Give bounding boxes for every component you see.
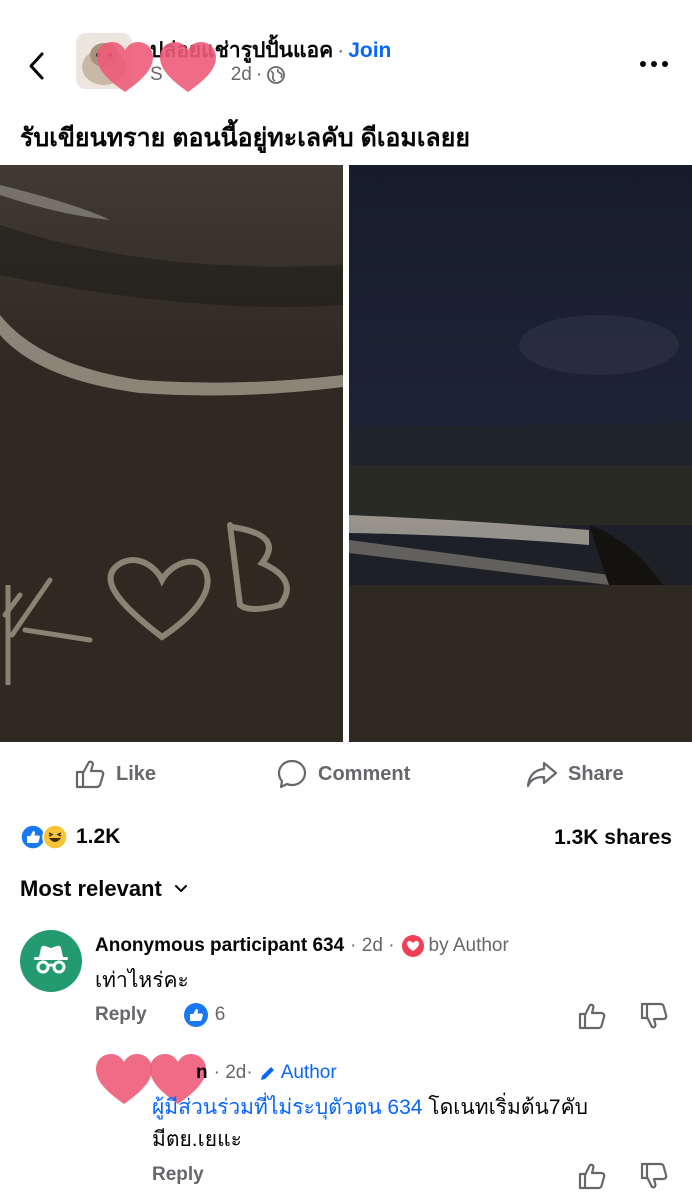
comment-author[interactable]: Anonymous participant 634: [95, 935, 344, 957]
comment-like-count-row[interactable]: 6: [183, 1002, 226, 1028]
post-header: ปล่อยแช่ารูปปั้นแอค · Join S 2d ·: [0, 0, 692, 110]
globe-icon: [267, 66, 286, 84]
haha-reaction-icon: [42, 824, 68, 850]
comment-sort-dropdown[interactable]: Most relevant: [20, 876, 190, 902]
comment-actions: Reply 6: [95, 1002, 225, 1028]
thumbs-down-icon[interactable]: [638, 1160, 670, 1192]
reply-text-block: ผู้มีส่วนร่วมที่ไม่ระบุตัวตน 634 โดเนทเร…: [152, 1092, 652, 1156]
badge-label: by Author: [428, 935, 509, 956]
comment-like-count: 6: [214, 1004, 226, 1025]
post-stats: 1.2K 1.3K shares: [0, 820, 692, 856]
reply-button[interactable]: Reply: [95, 1004, 147, 1026]
reply-author[interactable]: n: [196, 1062, 208, 1084]
reaction-count: 1.2K: [76, 825, 121, 848]
pencil-icon: [260, 1067, 274, 1080]
sort-label: Most relevant: [20, 876, 162, 901]
reply-button[interactable]: Reply: [152, 1164, 204, 1186]
share-icon: [526, 761, 558, 788]
join-button[interactable]: Join: [348, 39, 391, 62]
heart-badge-icon: [401, 935, 424, 957]
heart-sticker: [97, 42, 153, 92]
comment-time-row: · 2d ·: [350, 935, 395, 956]
comment-label: Comment: [318, 762, 411, 785]
more-icon[interactable]: [638, 52, 670, 76]
anonymous-icon: [34, 945, 68, 974]
comment-time: 2d: [361, 935, 383, 956]
reactions-summary[interactable]: 1.2K: [20, 824, 120, 850]
commenter-avatar[interactable]: [20, 930, 82, 992]
reply-time: 2d: [225, 1062, 247, 1083]
share-button[interactable]: Share: [526, 752, 624, 796]
share-label: Share: [568, 762, 624, 785]
share-count[interactable]: 1.3K shares: [554, 826, 672, 850]
post-action-bar: Like Comment Share: [0, 752, 692, 798]
chevron-down-icon: [174, 885, 187, 893]
separator-dot: ·: [337, 39, 345, 62]
post-photo-sea[interactable]: [349, 165, 692, 742]
heart-sticker: [160, 42, 216, 92]
thumbs-down-icon[interactable]: [638, 1000, 670, 1032]
comment-icon: [277, 759, 307, 789]
comment-author-row: Anonymous participant 634 · 2d · by Auth…: [95, 934, 509, 958]
author-reacted-badge: by Author: [401, 934, 509, 958]
separator-dot: ·: [255, 64, 263, 85]
like-icon: [75, 760, 105, 789]
comment-button[interactable]: Comment: [276, 752, 410, 796]
reply-time-row: · 2d·: [213, 1062, 253, 1083]
back-icon[interactable]: [22, 48, 52, 84]
post-caption: รับเขียนทราย ตอนนี้อยู่ทะเลคับ ดีเอมเลยย: [20, 124, 471, 152]
like-button[interactable]: Like: [74, 752, 156, 796]
thumbs-up-icon[interactable]: [576, 1160, 608, 1192]
comment-text: เท่าไหร่คะ: [95, 969, 189, 992]
author-role-badge: Author: [259, 1062, 337, 1084]
post-time: 2d: [230, 64, 252, 85]
like-reaction-icon: [183, 1003, 208, 1027]
thumbs-up-icon[interactable]: [576, 1000, 608, 1032]
reply-mention[interactable]: ผู้มีส่วนร่วมที่ไม่ระบุตัวตน 634: [152, 1096, 422, 1119]
reply-author-row: n · 2d· Author: [196, 1062, 337, 1084]
post-photo-sand[interactable]: [0, 165, 343, 742]
like-label: Like: [116, 762, 157, 785]
author-role-label: Author: [280, 1062, 337, 1083]
heart-sticker: [96, 1054, 152, 1104]
